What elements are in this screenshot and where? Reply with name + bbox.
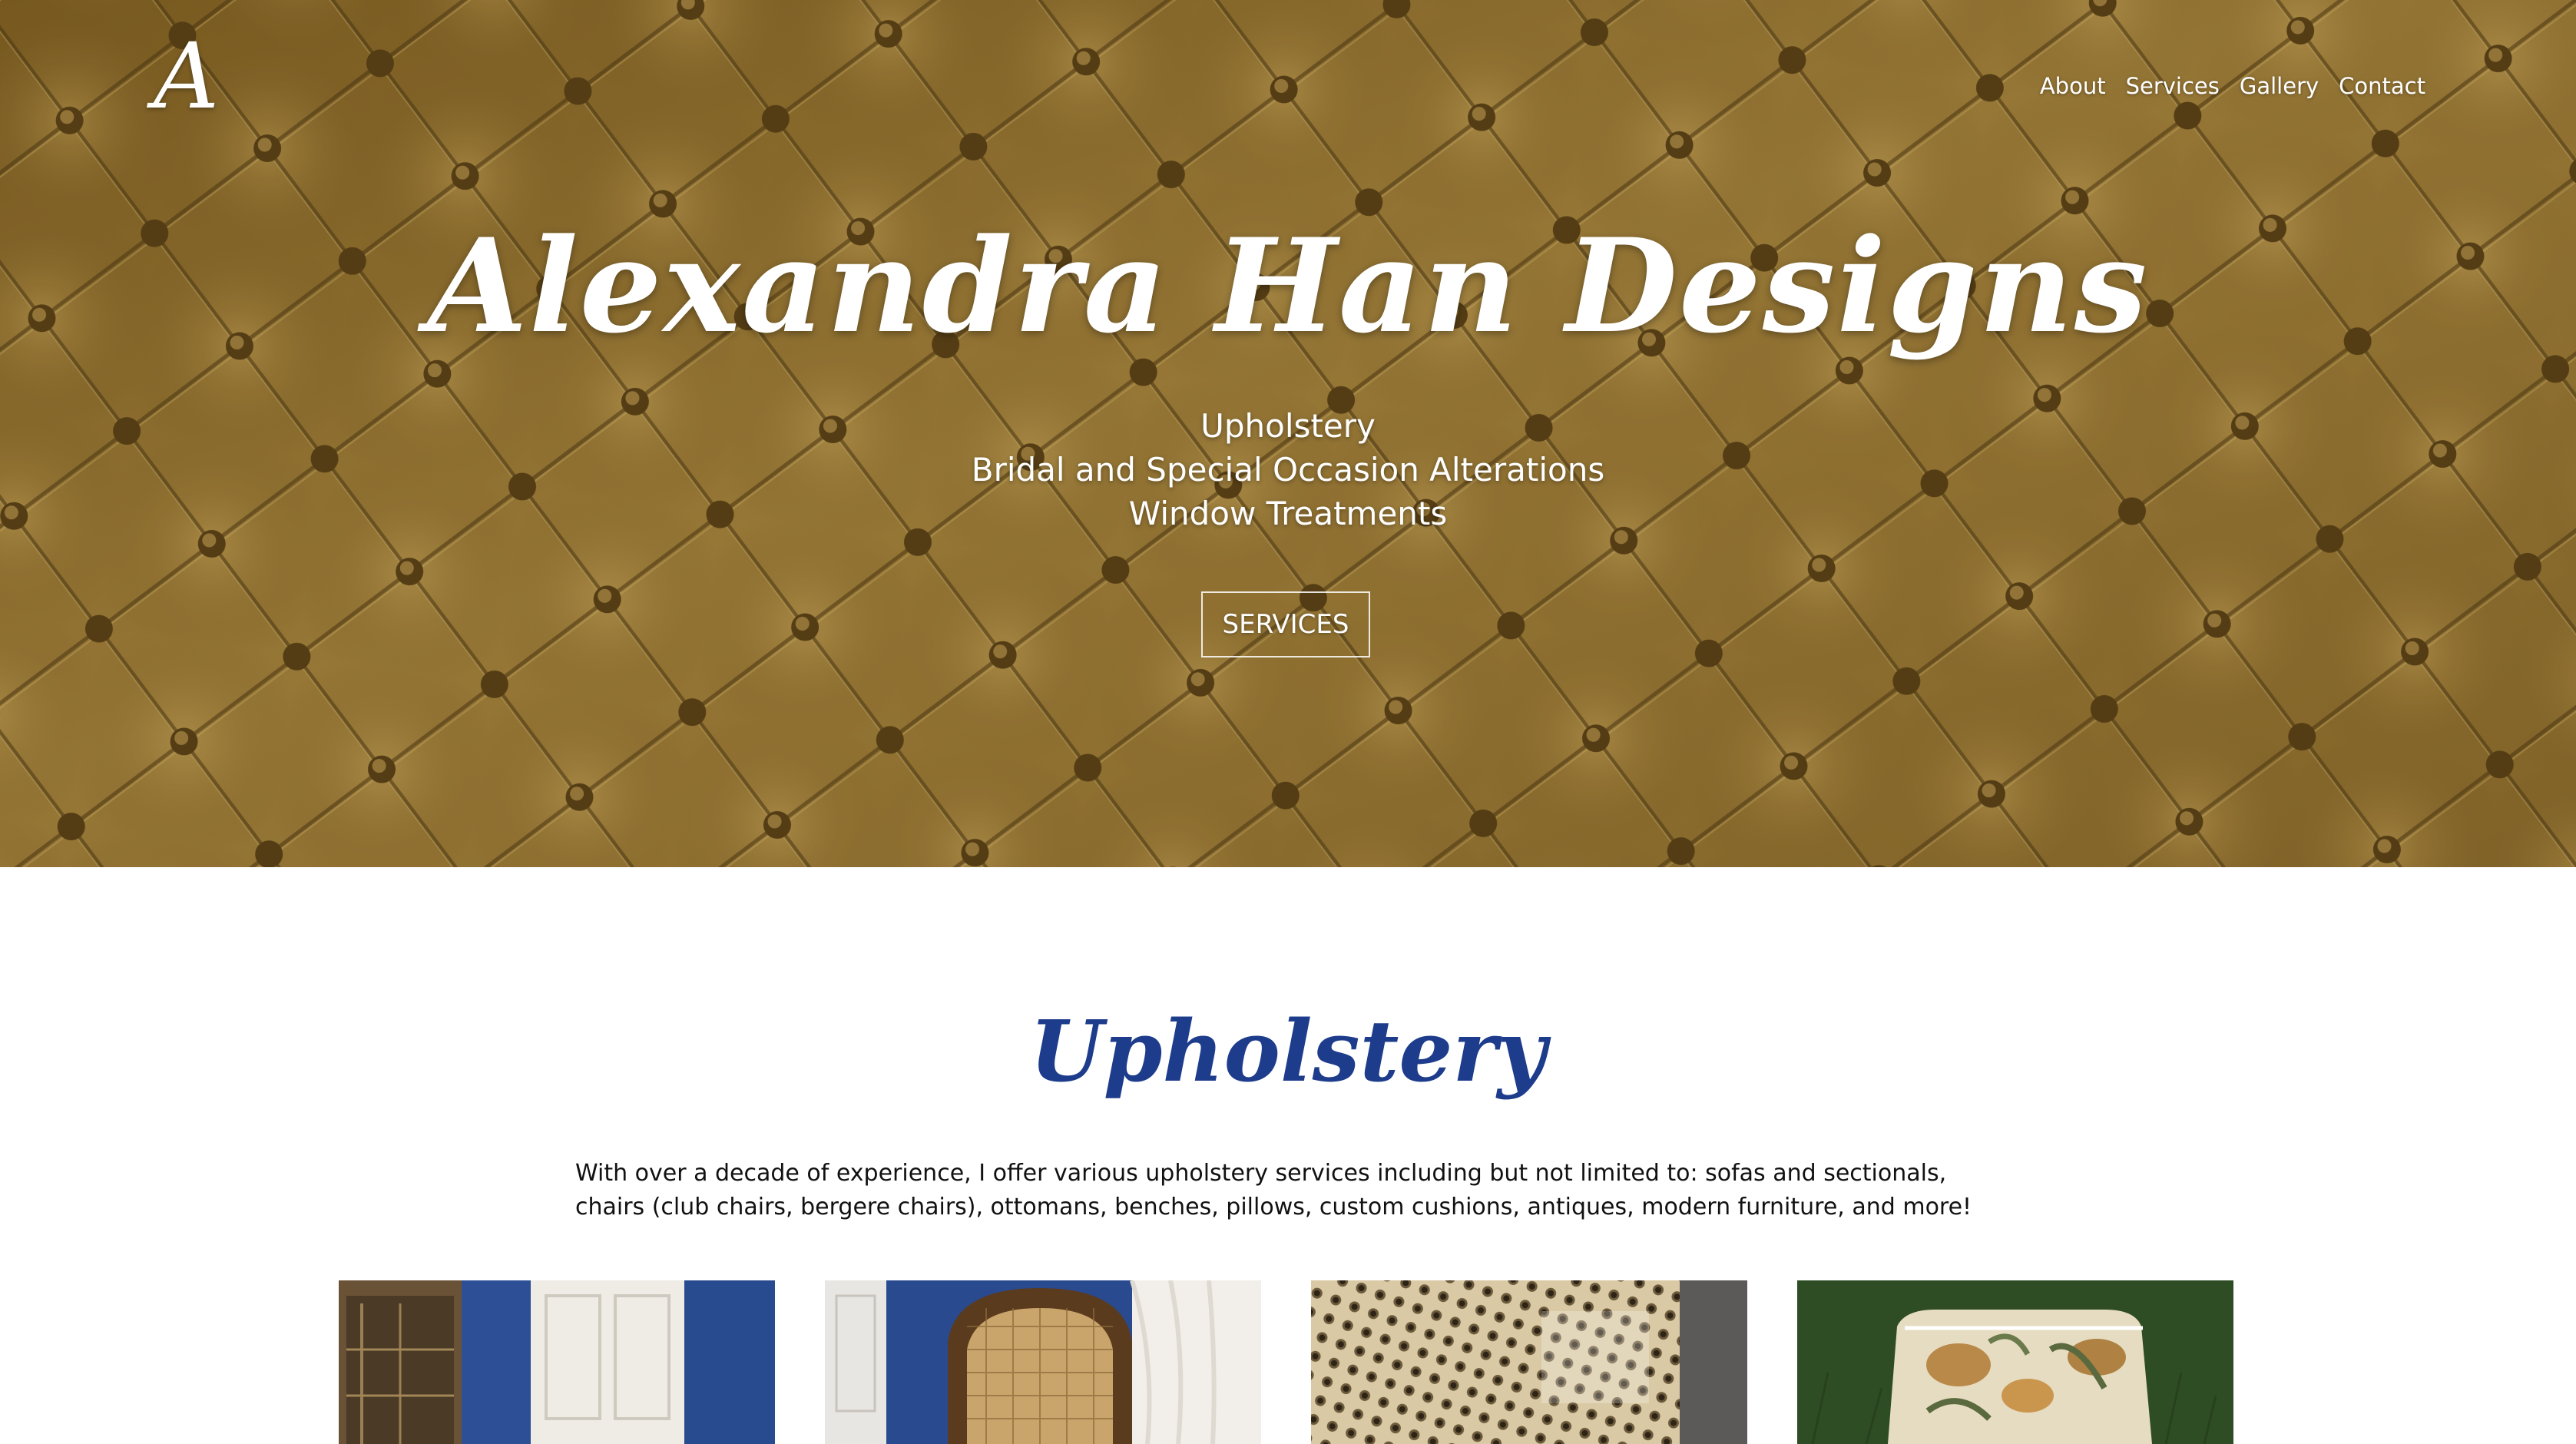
gallery-image-workshop[interactable] bbox=[339, 1280, 775, 1444]
hero-line-upholstery: Upholstery bbox=[1200, 407, 1376, 445]
main-nav: About Services Gallery Contact bbox=[2040, 69, 2425, 103]
hero-line-window-treatments: Window Treatments bbox=[1128, 495, 1448, 532]
upholstery-description: With over a decade of experience, I offe… bbox=[575, 1160, 1972, 1220]
upholstery-heading: Upholstery bbox=[1029, 1002, 1547, 1101]
hero-service-list: Upholstery Bridal and Special Occasion A… bbox=[0, 404, 2576, 535]
workshop-photo bbox=[339, 1280, 775, 1444]
gallery-image-cane-chair[interactable] bbox=[825, 1280, 1261, 1444]
nav-services[interactable]: Services bbox=[2126, 69, 2220, 103]
logo[interactable]: A bbox=[154, 31, 219, 121]
hero-title: Alexandra Han Designs bbox=[427, 210, 2149, 362]
gallery-image-cane-weave[interactable] bbox=[1311, 1280, 1747, 1444]
nav-about[interactable]: About bbox=[2040, 69, 2106, 103]
hero-banner: A About Services Gallery Contact Alexand… bbox=[0, 0, 2576, 867]
hero-line-alterations: Bridal and Special Occasion Alterations bbox=[971, 451, 1605, 489]
nav-gallery[interactable]: Gallery bbox=[2240, 69, 2319, 103]
floral-cushion-photo bbox=[1797, 1280, 2233, 1444]
nav-contact[interactable]: Contact bbox=[2339, 69, 2425, 103]
services-button[interactable]: SERVICES bbox=[1201, 591, 1370, 657]
cane-chair-photo bbox=[825, 1280, 1261, 1444]
gallery-image-floral-cushion[interactable] bbox=[1797, 1280, 2233, 1444]
cane-weave-photo bbox=[1311, 1280, 1747, 1444]
